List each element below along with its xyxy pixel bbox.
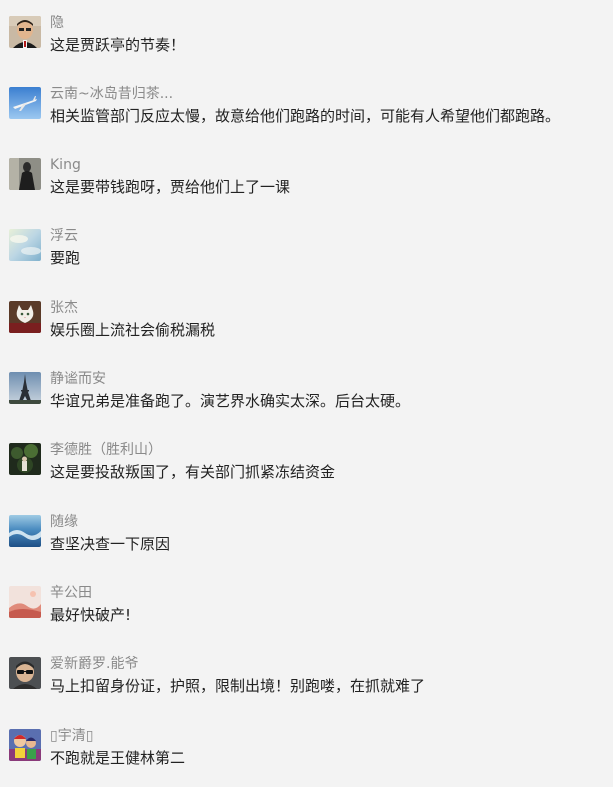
avatar[interactable] [9,443,41,475]
nickname[interactable]: 随缘 [50,513,78,531]
avatar[interactable] [9,515,41,547]
avatar[interactable] [9,229,41,261]
comment-item: 辛公田 最好快破产! [0,584,613,644]
unrecognized-glyph: ▯ [50,728,58,744]
comment-item: King 这是要带钱跑呀，贾给他们上了一课 [0,156,613,216]
avatar[interactable] [9,586,41,618]
avatar[interactable] [9,16,41,48]
comment-item: 云南~冰岛昔归茶... 相关监管部门反应太慢，故意给他们跑路的时间，可能有人希望… [0,85,613,145]
comment-text: 这是贾跃亭的节奏！ [50,36,186,54]
comment-item: 随缘 查坚决查一下原因 [0,513,613,573]
comment-text: 不跑就是王健林第二 [50,749,186,767]
colorful-cartoon-icon [9,729,41,761]
portrait-man-glasses-icon [9,16,41,48]
nickname[interactable]: 静谧而安 [50,370,106,388]
comment-item: 浮云 要跑 [0,227,613,287]
comment-text: 相关监管部门反应太慢，故意给他们跑路的时间，可能有人希望他们都跑路。 [50,107,561,125]
nickname[interactable]: 爱新爵罗.能爷 [50,655,138,673]
comment-text: 华谊兄弟是准备跑了。演艺界水确实太深。后台太硬。 [50,392,411,410]
avatar[interactable] [9,158,41,190]
avatar[interactable] [9,87,41,119]
comment-text: 娱乐圈上流社会偷税漏税 [50,321,216,339]
comment-item: 隐 这是贾跃亭的节奏！ [0,14,613,74]
pink-landscape-icon [9,586,41,618]
comment-text: 这是要带钱跑呀，贾给他们上了一课 [50,178,291,196]
nickname[interactable]: 浮云 [50,227,78,245]
nickname[interactable]: 隐 [50,14,64,32]
comment-item: 张杰 娱乐圈上流社会偷税漏税 [0,299,613,359]
dark-figure-icon [9,158,41,190]
comment-text: 要跑 [50,249,81,267]
comment-text: 这是要投敌叛国了，有关部门抓紧冻结资金 [50,463,336,481]
nickname[interactable]: 张杰 [50,299,78,317]
sky-clouds-icon [9,229,41,261]
man-sunglasses-icon [9,657,41,689]
nickname[interactable]: 辛公田 [50,584,92,602]
eiffel-tower-icon [9,372,41,404]
nickname[interactable]: 云南~冰岛昔归茶... [50,85,173,103]
comment-text: 马上扣留身份证，护照，限制出境！别跑喽，在抓就难了 [50,677,426,695]
white-cat-icon [9,301,41,333]
comment-item: 静谧而安 华谊兄弟是准备跑了。演艺界水确实太深。后台太硬。 [0,370,613,430]
avatar[interactable] [9,301,41,333]
nickname[interactable]: 李德胜（胜利山） [50,441,162,459]
ocean-wave-icon [9,515,41,547]
nickname[interactable]: King [50,156,81,174]
nickname-text: 宇清 [57,728,86,744]
forest-dark-icon [9,443,41,475]
avatar[interactable] [9,372,41,404]
comment-text: 查坚决查一下原因 [50,535,171,553]
comment-text: 最好快破产! [50,606,132,624]
comment-item: 爱新爵罗.能爷 马上扣留身份证，护照，限制出境！别跑喽，在抓就难了 [0,655,613,715]
unrecognized-glyph: ▯ [85,728,94,744]
avatar[interactable] [9,729,41,761]
avatar[interactable] [9,657,41,689]
comment-item: ▯宇清▯ 不跑就是王健林第二 [0,727,613,787]
comment-item: 李德胜（胜利山） 这是要投敌叛国了，有关部门抓紧冻结资金 [0,441,613,501]
airplane-sky-icon [9,87,41,119]
nickname[interactable]: ▯宇清▯ [50,727,93,745]
